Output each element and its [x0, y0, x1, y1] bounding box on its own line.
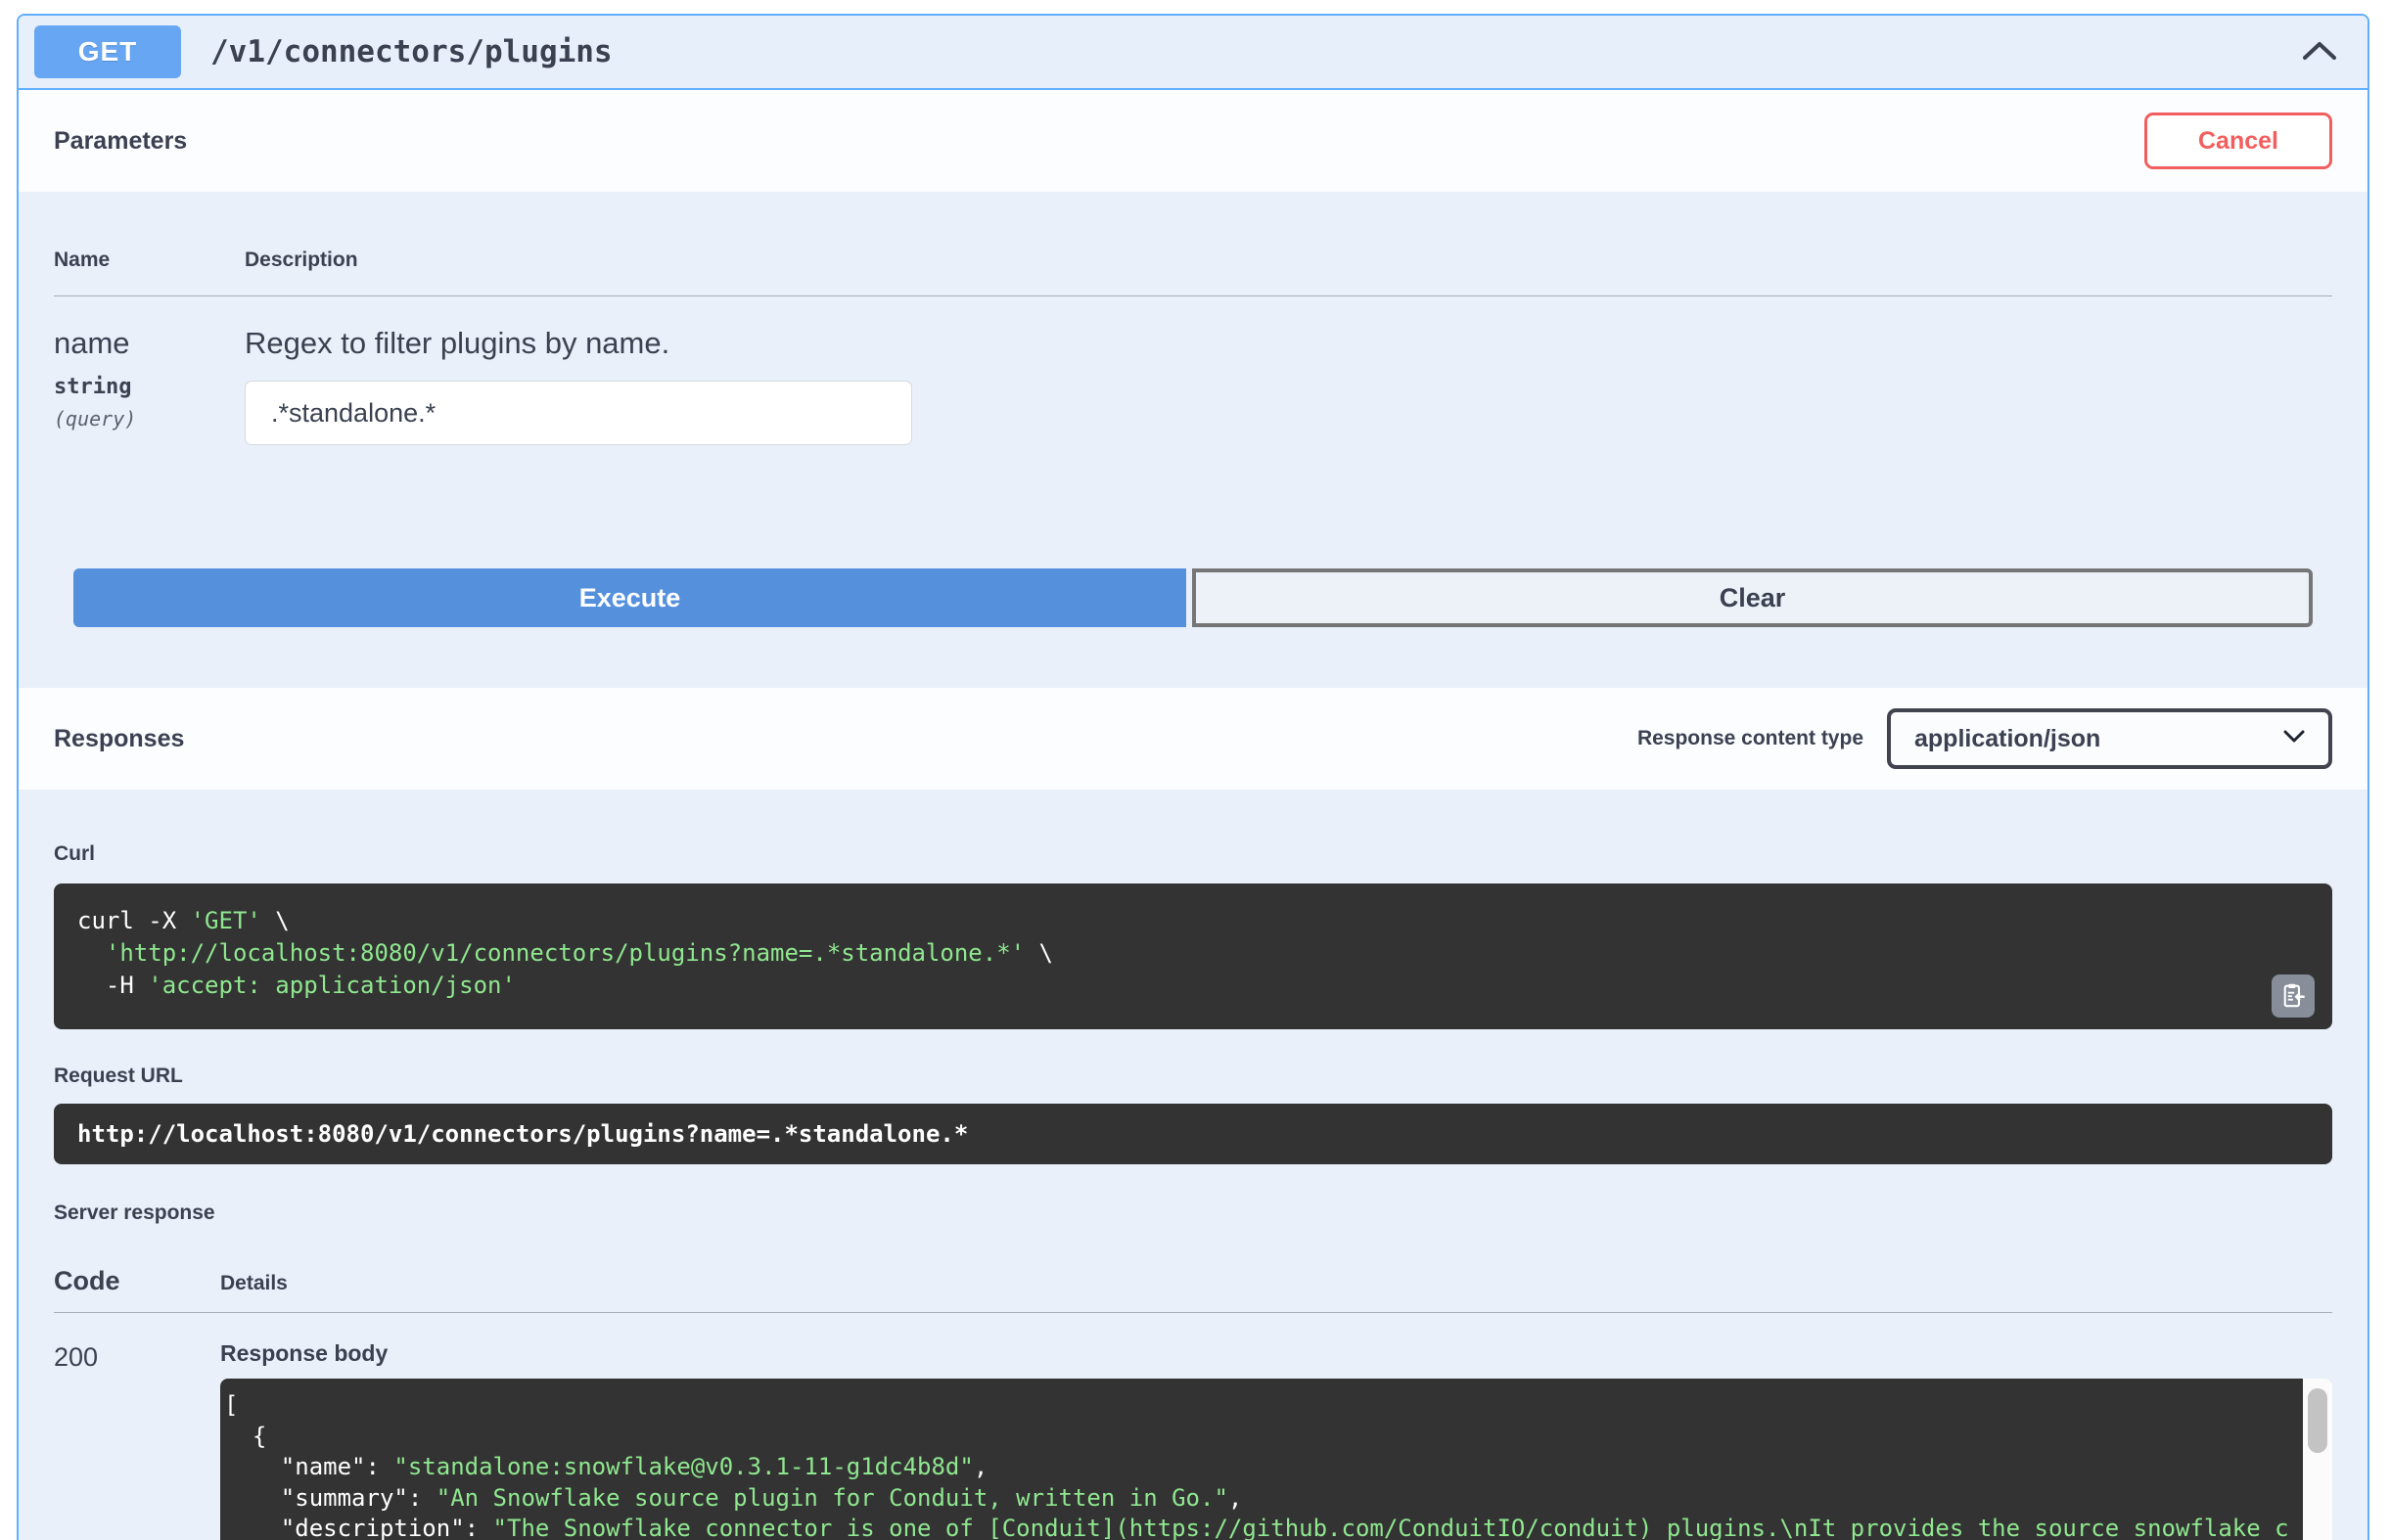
clear-button[interactable]: Clear: [1192, 568, 2313, 627]
param-name: name: [54, 326, 245, 361]
copy-to-clipboard-button[interactable]: [2272, 974, 2315, 1018]
execute-button[interactable]: Execute: [73, 568, 1186, 627]
cancel-button[interactable]: Cancel: [2144, 113, 2332, 169]
divider: [54, 295, 2332, 296]
server-response-label: Server response: [54, 1201, 2332, 1225]
status-code: 200: [54, 1340, 220, 1540]
response-row: 200 Response body [ { "name": "standalon…: [54, 1340, 2332, 1540]
response-scrollbar[interactable]: [2303, 1379, 2332, 1540]
swagger-operation-page: GET /v1/connectors/plugins Parameters Ca…: [0, 0, 2390, 1540]
request-url-value: http://localhost:8080/v1/connectors/plug…: [77, 1120, 968, 1148]
response-body-text: [ { "name": "standalone:snowflake@v0.3.1…: [224, 1390, 2303, 1540]
col-header-details: Details: [220, 1272, 288, 1295]
curl-label: Curl: [54, 842, 2332, 866]
clipboard-icon: [2279, 981, 2307, 1012]
content-type-value: application/json: [1914, 725, 2100, 753]
opblock-get: GET /v1/connectors/plugins Parameters Ca…: [17, 14, 2369, 1540]
col-header-description: Description: [245, 249, 358, 272]
response-body-label: Response body: [220, 1340, 2332, 1367]
responses-body: Curl curl -X 'GET' \ 'http://localhost:8…: [19, 842, 2367, 1540]
param-in: (query): [54, 407, 245, 430]
param-value-input[interactable]: [245, 381, 912, 445]
response-table-head: Code Details: [54, 1266, 2332, 1296]
parameters-body: Name Description name string (query) Reg…: [19, 192, 2367, 627]
execute-row: Execute Clear: [73, 568, 2313, 627]
param-description: Regex to filter plugins by name.: [245, 326, 2332, 361]
chevron-up-icon: [2301, 40, 2338, 65]
curl-command-text: curl -X 'GET' \ 'http://localhost:8080/v…: [77, 905, 2309, 1002]
method-badge: GET: [34, 25, 181, 78]
scrollbar-thumb[interactable]: [2308, 1388, 2327, 1453]
parameters-table-head: Name Description: [54, 249, 2332, 272]
curl-command: curl -X 'GET' \ 'http://localhost:8080/v…: [54, 883, 2332, 1029]
response-content-type-label: Response content type: [1637, 727, 1863, 750]
parameters-title: Parameters: [54, 127, 187, 156]
responses-header: Responses Response content type applicat…: [19, 688, 2367, 790]
request-url-block: http://localhost:8080/v1/connectors/plug…: [54, 1104, 2332, 1164]
operation-summary[interactable]: GET /v1/connectors/plugins: [19, 16, 2367, 90]
col-header-code: Code: [54, 1266, 220, 1296]
param-type: string: [54, 375, 245, 399]
response-body-code: [ { "name": "standalone:snowflake@v0.3.1…: [220, 1379, 2303, 1540]
parameters-header: Parameters Cancel: [19, 90, 2367, 192]
endpoint-path: /v1/connectors/plugins: [210, 34, 613, 69]
divider: [54, 1312, 2332, 1313]
col-header-name: Name: [54, 249, 245, 272]
chevron-down-icon: [2283, 730, 2305, 748]
content-type-select[interactable]: application/json: [1887, 708, 2332, 769]
responses-title: Responses: [54, 725, 184, 753]
collapse-button[interactable]: [2287, 34, 2352, 70]
parameter-row: name string (query) Regex to filter plug…: [54, 326, 2332, 445]
request-url-label: Request URL: [54, 1064, 2332, 1088]
